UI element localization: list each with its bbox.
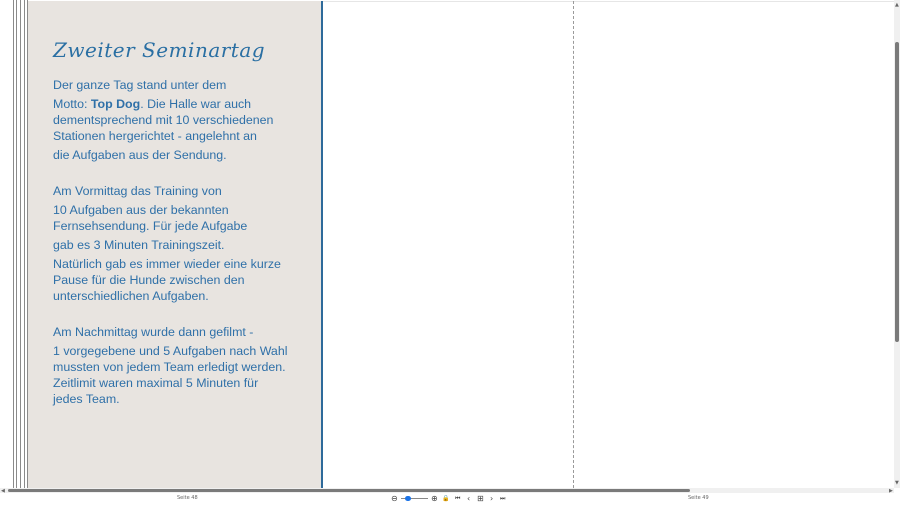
page-heading: Zweiter Seminartag (53, 38, 266, 62)
text-line: Natürlich gab es immer wieder eine kurze (53, 257, 281, 271)
paragraph-3: Am Nachmittag wurde dann gefilmt - 1 vor… (53, 324, 315, 407)
text-line: Pause für die Hunde zwischen den (53, 273, 245, 287)
vertical-scrollbar-thumb[interactable] (895, 42, 899, 342)
text-line: jedes Team. (53, 392, 120, 406)
text-line: Motto: Top Dog. Die Halle war auch (53, 96, 315, 112)
text-span: Motto: (53, 97, 91, 111)
page-fold-line (573, 1, 574, 488)
right-page (323, 1, 894, 488)
zoom-out-icon[interactable]: ⊖ (391, 494, 398, 504)
text-line: 10 Aufgaben aus der bekannten (53, 203, 229, 217)
view-mode-icon[interactable]: ⊞ (477, 494, 484, 504)
page-spine-line (20, 0, 21, 488)
zoom-in-icon[interactable]: ⊕ (431, 494, 438, 504)
zoom-slider-handle[interactable] (405, 496, 412, 501)
text-line: gab es 3 Minuten Trainingszeit. (53, 238, 225, 252)
text-line: unterschiedlichen Aufgaben. (53, 289, 209, 303)
page-spine-line (24, 0, 25, 488)
text-line: Fernsehsendung. Für jede Aufgabe (53, 219, 248, 233)
bold-text: Top Dog (90, 97, 141, 111)
page-spine-line (13, 0, 14, 488)
text-line: Zeitlimit waren maximal 5 Minuten für (53, 376, 259, 390)
text-span: . Die Halle war auch (140, 97, 252, 111)
next-page-icon[interactable]: › (490, 494, 493, 504)
text-line: Am Vormittag das Training von (53, 184, 222, 198)
status-bar (0, 493, 900, 506)
paragraph-1: Der ganze Tag stand unter dem Motto: Top… (53, 77, 315, 163)
left-page-number: Seite 48 (177, 495, 198, 501)
text-line: 1 vorgegebene und 5 Aufgaben nach Wahl (53, 344, 288, 358)
page-spine-line (16, 0, 17, 488)
first-page-icon[interactable]: ⏮ (455, 494, 460, 504)
text-line: dementsprechend mit 10 verschiedenen (53, 113, 274, 127)
horizontal-scrollbar-thumb[interactable] (8, 489, 690, 492)
paragraph-2: Am Vormittag das Training von 10 Aufgabe… (53, 183, 315, 304)
lock-icon[interactable]: 🔒 (442, 494, 449, 504)
text-line: die Aufgaben aus der Sendung. (53, 148, 227, 162)
last-page-icon[interactable]: ⏭ (500, 494, 505, 504)
right-page-number: Seite 49 (688, 495, 709, 501)
previous-page-icon[interactable]: ‹ (467, 494, 470, 504)
scroll-up-icon[interactable]: ▲ (895, 2, 899, 8)
text-line: Am Nachmittag wurde dann gefilmt - (53, 325, 254, 339)
text-line: mussten von jedem Team erledigt werden. (53, 360, 286, 374)
scroll-down-icon[interactable]: ▼ (895, 480, 899, 486)
text-line: Stationen hergerichtet - angelehnt an (53, 129, 257, 143)
text-line: Der ganze Tag stand unter dem (53, 78, 227, 92)
